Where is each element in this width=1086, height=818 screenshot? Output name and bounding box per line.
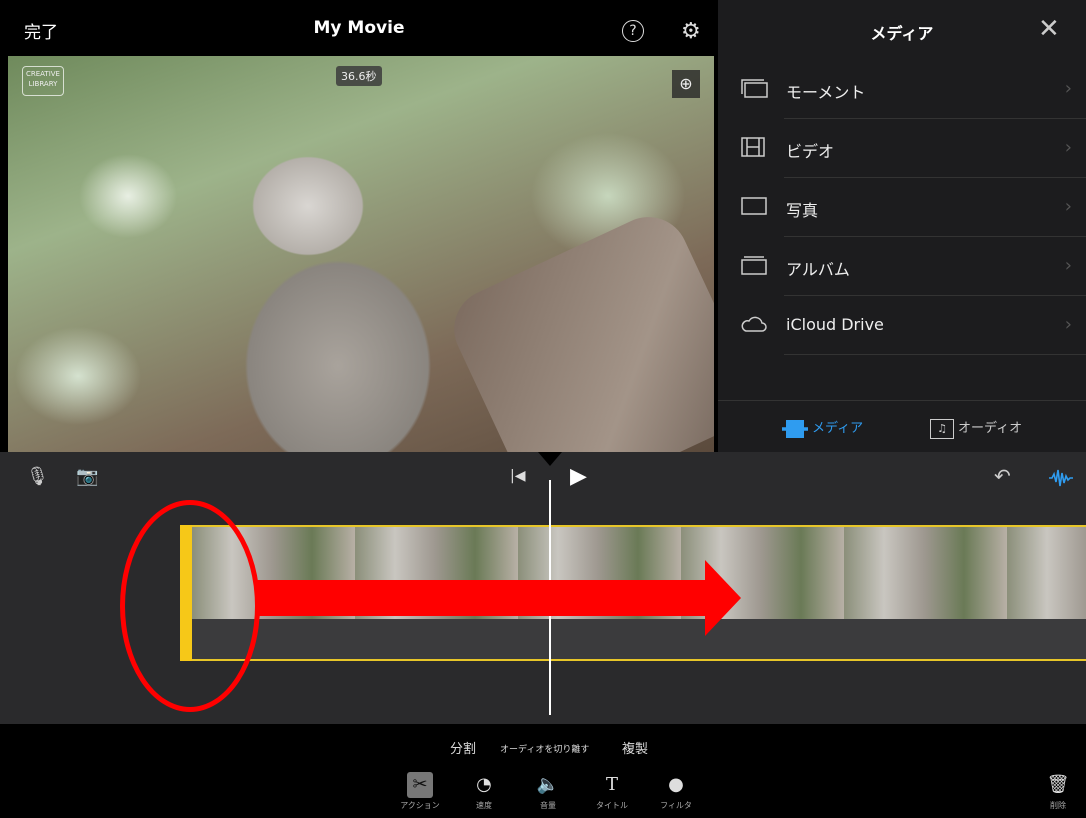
media-item-photos[interactable]: 写真 › bbox=[718, 178, 1086, 237]
video-preview[interactable]: CREATIVE LIBRARY 36.6秒 ⊕ bbox=[8, 56, 714, 452]
annotation-arrow-head bbox=[705, 560, 741, 636]
media-item-label: アルバム bbox=[786, 260, 850, 279]
playhead-pointer bbox=[538, 452, 562, 466]
tab-audio[interactable]: ♫ オーディオ bbox=[930, 417, 1022, 439]
tool-label: 速度 bbox=[476, 801, 492, 810]
cloud-icon bbox=[741, 316, 767, 332]
tab-audio-label: オーディオ bbox=[958, 421, 1023, 436]
trash-icon: 🗑 bbox=[1046, 774, 1070, 795]
media-item-label: モーメント bbox=[786, 83, 866, 102]
scissors-icon: ✂ bbox=[407, 772, 433, 798]
preview-image-branch bbox=[441, 203, 714, 452]
filter-icon: ● bbox=[668, 774, 684, 795]
tool-speed[interactable]: ◔ 速度 bbox=[454, 772, 514, 811]
tool-action[interactable]: ✂ アクション bbox=[390, 772, 450, 811]
tool-label: 音量 bbox=[540, 801, 556, 810]
help-icon[interactable]: ? bbox=[622, 20, 644, 42]
split-button[interactable]: 分割 bbox=[450, 738, 476, 757]
waveform-icon[interactable] bbox=[1048, 468, 1074, 488]
annotation-circle bbox=[120, 500, 260, 712]
project-title: My Movie bbox=[313, 18, 405, 38]
media-item-albums[interactable]: アルバム › bbox=[718, 237, 1086, 296]
chevron-right-icon: › bbox=[1064, 196, 1072, 217]
bottom-toolbar: 分割 オーディオを切り離す 複製 ✂ アクション ◔ 速度 🔈 音量 T タイト… bbox=[0, 724, 1086, 818]
watermark-logo: CREATIVE LIBRARY bbox=[22, 66, 64, 96]
clip-audio-track bbox=[192, 619, 1086, 659]
delete-label: 削除 bbox=[1050, 801, 1066, 810]
detach-audio-button[interactable]: オーディオを切り離す bbox=[500, 742, 589, 755]
video-icon bbox=[741, 137, 765, 157]
text-icon: T bbox=[605, 774, 618, 795]
media-item-icloud-drive[interactable]: iCloud Drive › bbox=[718, 296, 1086, 355]
camera-icon[interactable]: 📷 bbox=[76, 466, 98, 487]
tool-label: フィルタ bbox=[660, 801, 692, 810]
annotation-arrow-body bbox=[255, 580, 715, 616]
zoom-icon[interactable]: ⊕ bbox=[672, 70, 700, 98]
speaker-icon: 🔈 bbox=[536, 774, 560, 795]
chevron-right-icon: › bbox=[1064, 78, 1072, 99]
divider bbox=[784, 354, 1086, 355]
delete-button[interactable]: 🗑 削除 bbox=[1034, 772, 1082, 811]
skip-back-icon[interactable]: |◀ bbox=[510, 468, 525, 484]
photo-icon bbox=[741, 197, 767, 215]
chevron-right-icon: › bbox=[1064, 137, 1072, 158]
tool-filter[interactable]: ● フィルタ bbox=[646, 772, 706, 811]
media-item-label: iCloud Drive bbox=[786, 315, 884, 334]
tool-volume[interactable]: 🔈 音量 bbox=[518, 772, 578, 811]
moments-icon bbox=[741, 79, 768, 98]
tab-media[interactable]: メディア bbox=[782, 417, 863, 438]
media-panel: メディア ✕ モーメント › ビデオ › 写真 › アルバム › iCloud … bbox=[718, 0, 1086, 452]
media-item-label: ビデオ bbox=[786, 142, 835, 161]
speedometer-icon: ◔ bbox=[476, 774, 492, 795]
duration-badge: 36.6秒 bbox=[336, 66, 382, 86]
tab-media-label: メディア bbox=[812, 421, 864, 436]
duplicate-button[interactable]: 複製 bbox=[622, 738, 648, 757]
film-icon bbox=[782, 419, 808, 438]
undo-icon[interactable]: ↶ bbox=[994, 464, 1011, 488]
media-panel-header: メディア ✕ bbox=[718, 0, 1086, 60]
tool-label: タイトル bbox=[596, 801, 628, 810]
tool-title[interactable]: T タイトル bbox=[582, 772, 642, 811]
media-panel-title: メディア bbox=[870, 24, 934, 43]
microphone-icon[interactable]: 🎙 bbox=[26, 466, 49, 487]
chevron-right-icon: › bbox=[1064, 314, 1072, 335]
music-note-icon: ♫ bbox=[930, 418, 954, 439]
tool-label: アクション bbox=[400, 801, 440, 810]
media-item-moments[interactable]: モーメント › bbox=[718, 60, 1086, 119]
close-icon[interactable]: ✕ bbox=[1038, 14, 1060, 44]
gear-icon[interactable]: ⚙ bbox=[681, 19, 701, 44]
media-item-label: 写真 bbox=[786, 201, 819, 220]
media-item-video[interactable]: ビデオ › bbox=[718, 119, 1086, 178]
chevron-right-icon: › bbox=[1064, 255, 1072, 276]
media-panel-tabs: メディア ♫ オーディオ bbox=[718, 400, 1086, 453]
album-icon bbox=[741, 256, 767, 275]
play-icon[interactable]: ▶ bbox=[570, 464, 587, 489]
